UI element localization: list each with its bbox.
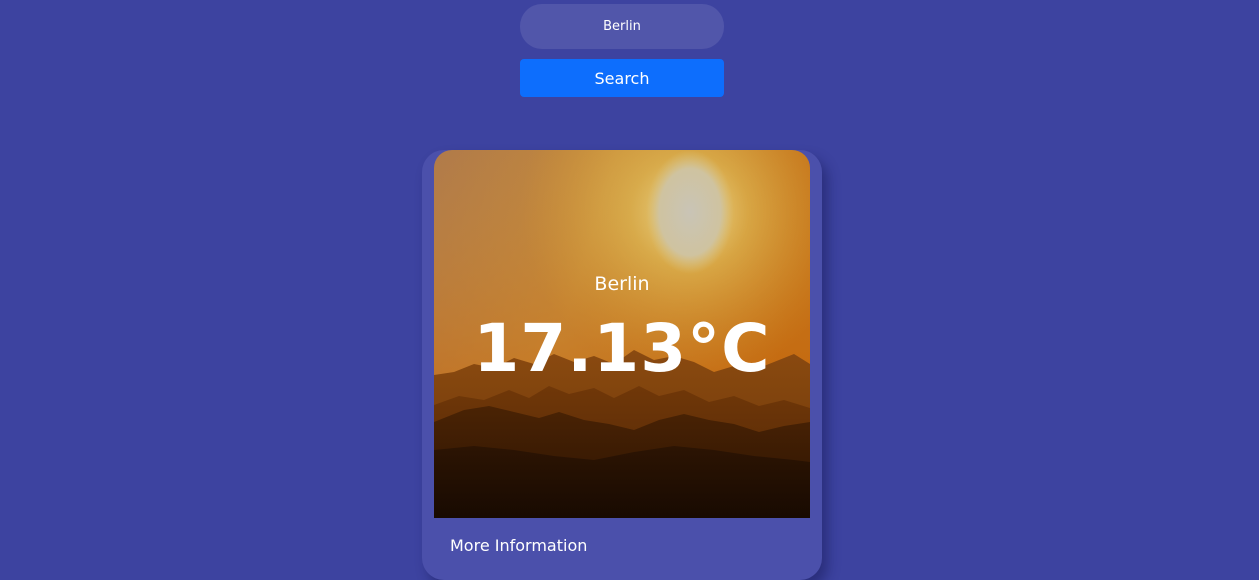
city-search-input[interactable] (520, 4, 724, 49)
temperature-value: 17.13°C (473, 310, 771, 387)
city-name: Berlin (594, 273, 650, 295)
search-button[interactable]: Search (520, 59, 724, 97)
weather-card: Berlin 17.13°C More Information (422, 150, 822, 580)
more-information-link[interactable]: More Information (450, 536, 587, 555)
sunset-mountains-image: Berlin 17.13°C (434, 150, 810, 518)
